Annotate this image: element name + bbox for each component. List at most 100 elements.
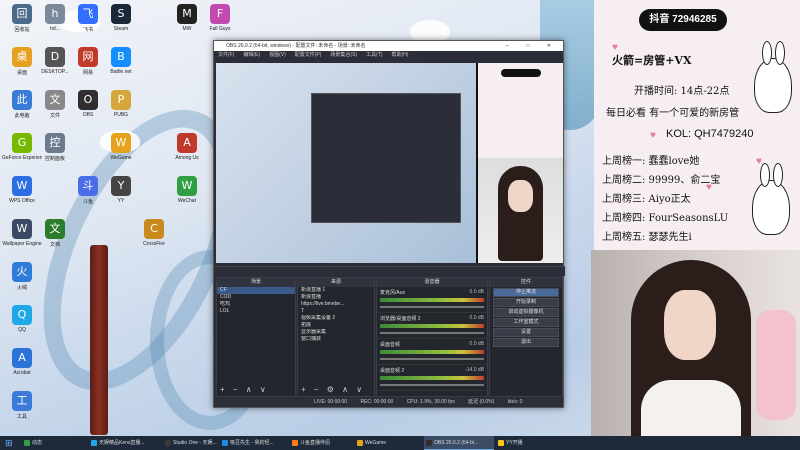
control-button[interactable]: 停止推流	[493, 288, 559, 297]
taskbar-item[interactable]: YY开播	[496, 436, 551, 450]
taskbar-item[interactable]: 天娱精品Kens直播...	[89, 436, 161, 450]
control-button[interactable]: 启动虚拟摄像机	[493, 308, 559, 317]
volume-slider[interactable]	[380, 332, 484, 334]
sources-dock: 来源 新浪直播 1 新浪直播 https://live.bmebe... T 视频采集设…	[297, 277, 375, 397]
control-button[interactable]: 退出	[493, 338, 559, 347]
start-button[interactable]: ⊞	[0, 436, 18, 450]
desktop-icon[interactable]: 工工具	[2, 391, 42, 420]
desktop-icon-label: Fall Guys	[209, 26, 231, 32]
app-icon: 文	[45, 219, 65, 239]
desktop-icon[interactable]: 控控制面板	[35, 133, 75, 162]
taskbar-item-label: 斗鱼直播伴侣	[300, 440, 331, 446]
taskbar-item[interactable]: 斗鱼直播伴侣	[290, 436, 352, 450]
volume-meter	[380, 376, 484, 380]
mixer-channel-db: -14.0 dB	[465, 367, 484, 373]
volume-slider[interactable]	[380, 384, 484, 386]
webcam-streamer	[631, 260, 751, 450]
desktop-icon-label: Among Us	[175, 155, 199, 161]
obs-title-bar[interactable]: OBS 26.0.2 (64-bit, windows) - 配置文件: 未命名…	[214, 41, 563, 51]
taskbar-item-label: WeGame	[365, 440, 387, 446]
desktop-icon[interactable]: C CrossFire	[134, 219, 174, 247]
window-controls[interactable]: ─ □ ✕	[505, 41, 559, 51]
app-icon	[292, 440, 298, 446]
desktop-icon-label: PUBG	[113, 112, 129, 118]
desktop-icon[interactable]: W WPS Office	[2, 176, 42, 204]
app-icon: Q	[12, 305, 32, 325]
scene-item[interactable]: 吃鸡	[217, 301, 295, 308]
desktop-icon-label: 工具	[16, 414, 27, 420]
status-rec: REC: 00:00:00	[360, 399, 394, 405]
taskbar-item[interactable]: WeGame	[355, 436, 410, 450]
control-button[interactable]: 开始录制	[493, 298, 559, 307]
desktop-icon[interactable]: F Fall Guys	[200, 4, 240, 32]
desktop-icon-label: YY	[117, 198, 125, 204]
source-item[interactable]: 新浪直播	[298, 294, 374, 301]
app-icon	[498, 440, 504, 446]
source-item[interactable]: 显示器采集	[298, 329, 374, 336]
app-icon: 火	[12, 262, 32, 282]
sources-toolbar[interactable]: + − ⚙ ∧ ∨	[301, 385, 365, 394]
control-button[interactable]: 设置	[493, 328, 559, 337]
scene-item[interactable]: CF	[217, 287, 295, 294]
obs-window[interactable]: OBS 26.0.2 (64-bit, windows) - 配置文件: 未命名…	[213, 40, 565, 408]
scenes-toolbar[interactable]: + − ∧ ∨	[220, 385, 269, 394]
menu-item[interactable]: 工具(T)	[366, 52, 382, 58]
taskbar-item-label: Studio One - 天娱...	[173, 440, 217, 446]
menu-item[interactable]: 帮助(H)	[391, 52, 408, 58]
menu-item[interactable]: 文件(F)	[218, 52, 234, 58]
obs-title: OBS 26.0.2 (64-bit, windows) - 配置文件: 未命名…	[226, 43, 366, 49]
menu-item[interactable]: 编辑(E)	[243, 52, 260, 58]
scene-item[interactable]: LOL	[217, 308, 295, 315]
menu-item[interactable]: 视图(V)	[269, 52, 286, 58]
menu-item[interactable]: 场景集合(S)	[330, 52, 357, 58]
desktop-icon[interactable]: S Steam	[101, 4, 141, 32]
desktop-icon[interactable]: A Acrobat	[2, 348, 42, 376]
desktop-icon-label: 火绒	[16, 285, 27, 291]
desktop-icon[interactable]: W WeChat	[167, 176, 207, 204]
heart-icon: ♥	[706, 182, 712, 193]
desktop-icon[interactable]: 文文档	[35, 219, 75, 248]
desktop-icon[interactable]: P PUBG	[101, 90, 141, 118]
bunny-sticker-icon	[754, 41, 792, 113]
volume-meter	[380, 350, 484, 354]
desktop-icon-label: CrossFire	[143, 241, 165, 247]
controls-dock: 控件 停止推流 开始录制 启动虚拟摄像机 工作室模式 设置 退出	[489, 277, 563, 397]
taskbar-item[interactable]: OBS 26.0.2 (64-bi...	[424, 436, 494, 450]
app-icon: W	[177, 176, 197, 196]
status-live: LIVE: 00:00:00	[314, 399, 348, 405]
source-item[interactable]: T	[298, 308, 374, 315]
app-icon	[357, 440, 363, 446]
control-button[interactable]: 工作室模式	[493, 318, 559, 327]
app-icon: 此	[12, 90, 32, 110]
app-icon: C	[144, 219, 164, 239]
app-icon: W	[12, 219, 32, 239]
source-item[interactable]: 视频采集设备 2	[298, 315, 374, 322]
app-icon	[165, 440, 171, 446]
heart-icon: ♥	[612, 42, 618, 53]
obs-preview[interactable]	[216, 63, 563, 263]
taskbar-item[interactable]: 动态	[22, 436, 77, 450]
desktop-icon[interactable]: Y YY	[101, 176, 141, 204]
volume-slider[interactable]	[380, 358, 484, 360]
desktop-icon[interactable]: B Battle.net	[101, 47, 141, 75]
desktop-icon[interactable]: 火火绒	[2, 262, 42, 291]
source-item[interactable]: 拓展	[298, 322, 374, 329]
mixer-channel-name: 桌面音频 2	[380, 368, 405, 374]
mixer-channel-name: 浏览器/桌面音频 2	[380, 316, 421, 322]
source-item[interactable]: 新浪直播 1	[298, 287, 374, 294]
wallpaper-bird	[410, 20, 450, 42]
app-icon: 网	[78, 47, 98, 67]
bunny-sticker-icon	[752, 163, 790, 235]
taskbar-item[interactable]: Studio One - 天娱...	[163, 436, 218, 450]
desktop-icon[interactable]: W WeGame	[101, 133, 141, 161]
mixer-channel-db: 0.0 dB	[469, 289, 484, 295]
source-item[interactable]: https://live.bmebe...	[298, 301, 374, 308]
source-item[interactable]: 窗口捕获	[298, 336, 374, 343]
scene-item[interactable]: COD	[217, 294, 295, 301]
desktop-icon[interactable]: A Among Us	[167, 133, 207, 161]
desktop-icon[interactable]: Q QQ	[2, 305, 42, 333]
taskbar-item[interactable]: 吸豆先生 - 我的轻...	[220, 436, 288, 450]
menu-item[interactable]: 配置文件(P)	[295, 52, 322, 58]
volume-slider[interactable]	[380, 306, 484, 308]
taskbar-item-label: 动态	[32, 440, 43, 446]
